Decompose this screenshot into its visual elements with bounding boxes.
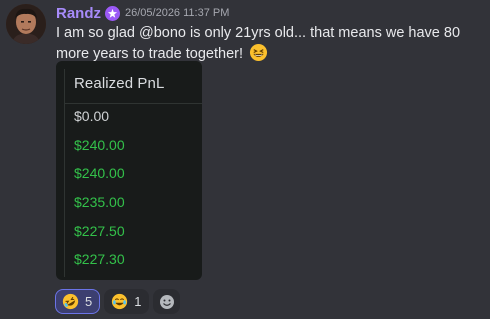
reaction-count: 5 — [85, 294, 93, 309]
pnl-screenshot-attachment[interactable]: Realized PnL $0.00 $240.00 $240.00 $235.… — [56, 61, 202, 280]
chat-message: Randz 26/05/2026 11:37 PM I am so glad @… — [0, 0, 490, 319]
pnl-row: $240.00 — [74, 165, 125, 181]
pnl-row: $227.50 — [74, 223, 125, 239]
reaction-rofl[interactable]: 5 — [55, 289, 101, 314]
user-avatar-icon — [6, 4, 46, 44]
pnl-row: $0.00 — [74, 108, 110, 124]
username[interactable]: Randz — [56, 5, 101, 22]
grinning-squinting-face-emoji[interactable] — [249, 43, 268, 62]
face-with-tears-of-joy-emoji — [112, 293, 128, 310]
avatar[interactable] — [6, 4, 46, 44]
add-reaction-button[interactable] — [153, 289, 181, 314]
table-left-rule — [64, 69, 65, 277]
rolling-on-floor-laughing-emoji — [62, 293, 79, 310]
timestamp: 26/05/2026 11:37 PM — [125, 7, 230, 19]
reaction-count: 1 — [134, 294, 142, 309]
pnl-row: $227.30 — [74, 251, 125, 267]
add-reaction-icon — [159, 294, 174, 309]
reaction-joy[interactable]: 1 — [104, 289, 150, 314]
pnl-row: $240.00 — [74, 137, 125, 153]
pnl-row: $235.00 — [74, 194, 125, 210]
message-header: Randz 26/05/2026 11:37 PM — [56, 3, 229, 23]
message-content: I am so glad @bono is only 21yrs old... … — [56, 24, 488, 64]
reaction-bar: 5 1 — [55, 289, 181, 314]
pnl-column-header: Realized PnL — [74, 75, 165, 92]
nitro-badge-icon[interactable] — [105, 5, 120, 21]
table-header-divider — [65, 103, 202, 104]
